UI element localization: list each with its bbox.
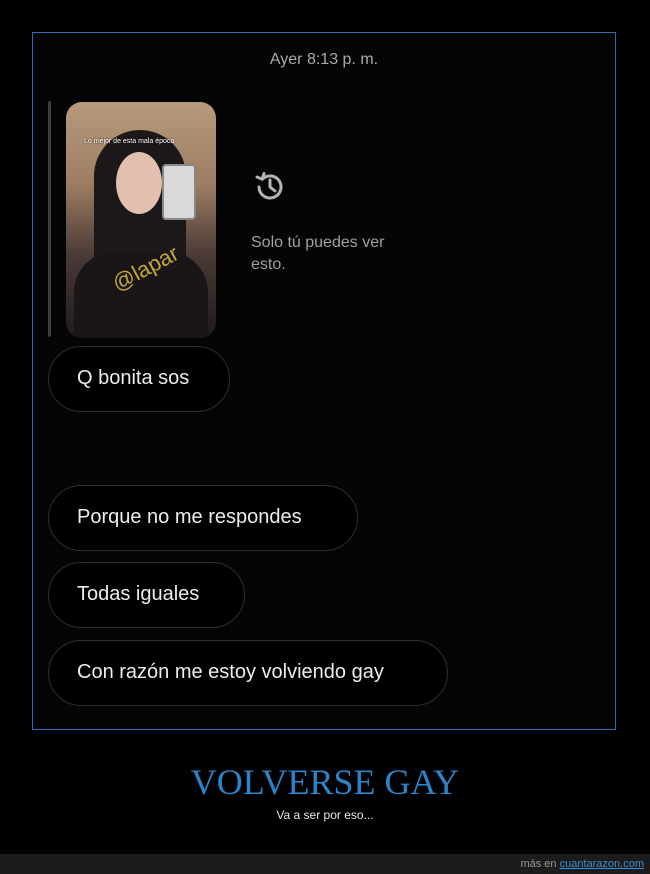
visibility-notice: Solo tú puedes ver esto. <box>251 234 385 273</box>
history-icon <box>250 167 290 207</box>
message-bubble[interactable]: Q bonita sos <box>48 346 230 412</box>
photo-face <box>116 152 162 214</box>
story-photo[interactable]: Lo mejor de esta mala época @lapar <box>66 102 216 338</box>
message-timestamp: Ayer 8:13 p. m. <box>269 51 379 68</box>
meme-page: Ayer 8:13 p. m. Lo mejor de esta mala ép… <box>0 0 650 874</box>
footer-prefix: más en <box>520 858 557 870</box>
photo-phone <box>162 164 196 220</box>
message-bubble[interactable]: Con razón me estoy volviendo gay <box>48 640 448 706</box>
chat-screenshot: Ayer 8:13 p. m. Lo mejor de esta mala ép… <box>32 32 616 730</box>
post-title: VOLVERSE GAY <box>190 762 460 802</box>
post-subtitle: Va a ser por eso... <box>276 808 374 822</box>
photo-overlay-text: Lo mejor de esta mala época <box>84 138 175 145</box>
message-bubble[interactable]: Todas iguales <box>48 562 245 628</box>
message-bubble[interactable]: Porque no me respondes <box>48 485 358 551</box>
site-link[interactable]: cuantarazon.com <box>560 858 644 870</box>
story-reply-bar <box>48 101 51 337</box>
site-footer: más en cuantarazon.com <box>0 854 650 874</box>
